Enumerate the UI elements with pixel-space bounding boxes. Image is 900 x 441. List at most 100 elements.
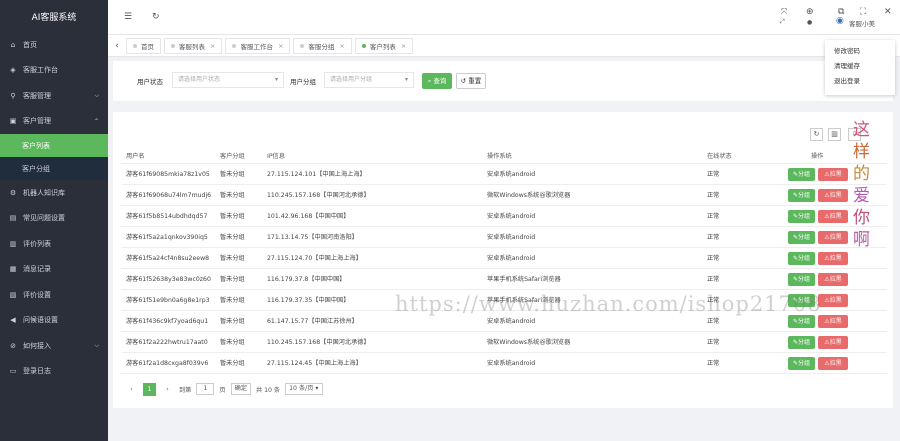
cell-ip: 27.115.124.45【中国上海上海】 [267, 360, 362, 367]
logout-item[interactable]: 退出登录 [825, 74, 895, 89]
blacklist-button[interactable]: ⚠拉黑 [818, 210, 848, 223]
columns-icon[interactable]: ▥ [828, 128, 841, 141]
watermark-char: 啊 [853, 230, 870, 250]
blacklist-button-label: 拉黑 [829, 255, 842, 262]
sidebar-item-robot-kb[interactable]: ⚙ 机器人知识库 [0, 180, 108, 206]
bell-icon[interactable]: ● [807, 19, 812, 26]
group-label: 用户分组 [290, 78, 316, 86]
blacklist-button[interactable]: ⚠拉黑 [818, 189, 848, 202]
user-dropdown: 修改密码 清理缓存 退出登录 [825, 40, 895, 95]
blacklist-button[interactable]: ⚠拉黑 [818, 315, 848, 328]
watermark-char: 的 [853, 164, 870, 184]
tab-agent-group[interactable]: 客服分组 × [293, 37, 352, 54]
sidebar-item-label: 客户管理 [23, 117, 51, 126]
group-button-label: 分组 [798, 192, 811, 199]
sidebar-item-greetings[interactable]: ◀ 问候语设置 [0, 308, 108, 334]
close-icon[interactable]: × [401, 42, 406, 50]
blacklist-button[interactable]: ⚠拉黑 [818, 273, 848, 286]
tab-scroll-left-icon[interactable]: ‹ [108, 41, 126, 51]
group-button[interactable]: ✎分组 [788, 357, 815, 370]
topbar: ☰ ↻ ⤧ ⊕ ⧉ ⛶ ✕ ⤢ ● ◉ 客服小美 [108, 0, 900, 35]
blacklist-button[interactable]: ⚠拉黑 [818, 357, 848, 370]
cell-ip: 27.115.124.70【中国上海上海】 [267, 255, 362, 262]
sidebar-item-customer-manage[interactable]: ▣ 客户管理 ⌃ [0, 109, 108, 135]
group-button[interactable]: ✎分组 [788, 189, 815, 202]
group-button-label: 分组 [798, 234, 811, 241]
group-button[interactable]: ✎分组 [788, 252, 815, 265]
header-group: 客户分组 [220, 153, 245, 160]
sidebar-item-home[interactable]: ⌂ 首页 [0, 32, 108, 58]
row-actions: ✎分组 ⚠拉黑 [788, 273, 848, 286]
cell-username: 游客61f5b8514ubdhdqd57 [126, 213, 208, 220]
sidebar-item-messages[interactable]: ▦ 消息记录 [0, 257, 108, 283]
group-button-label: 分组 [798, 171, 811, 178]
group-select[interactable]: 请选择用户分组 ▾ [324, 72, 414, 88]
sidebar-item-label: 首页 [23, 40, 37, 49]
cell-group: 暂未分组 [220, 318, 245, 325]
prev-page-icon[interactable]: ‹ [125, 383, 138, 396]
status-select[interactable]: 请选择用户状态 ▾ [172, 72, 284, 88]
group-button[interactable]: ✎分组 [788, 273, 815, 286]
watermark-char: 你 [853, 208, 870, 228]
group-button[interactable]: ✎分组 [788, 168, 815, 181]
menu-toggle-icon[interactable]: ☰ [124, 12, 132, 22]
next-page-icon[interactable]: › [161, 383, 174, 396]
blacklist-button[interactable]: ⚠拉黑 [818, 294, 848, 307]
blacklist-button[interactable]: ⚠拉黑 [818, 231, 848, 244]
cell-ip: 116.179.37.8【中国中国】 [267, 276, 346, 283]
cell-status: 正常 [707, 276, 720, 283]
group-placeholder: 请选择用户分组 [330, 76, 373, 83]
group-button-label: 分组 [798, 255, 811, 262]
group-button[interactable]: ✎分组 [788, 210, 815, 223]
close-icon[interactable]: × [278, 42, 283, 50]
tab-home[interactable]: 首页 [126, 37, 161, 54]
blacklist-button[interactable]: ⚠拉黑 [818, 336, 848, 349]
avatar[interactable]: ◉ [836, 16, 844, 26]
cell-ip: 110.245.157.168【中国河北承德】 [267, 339, 370, 346]
rating-icon: ▥ [9, 239, 17, 248]
sidebar-item-label: 评价列表 [23, 239, 51, 248]
expand-icon[interactable]: ⛶ [860, 7, 866, 17]
page-input[interactable]: 1 [196, 383, 215, 395]
close-icon[interactable]: × [210, 42, 215, 50]
blacklist-button[interactable]: ⚠拉黑 [818, 252, 848, 265]
screen-icon[interactable]: ⤢ [780, 18, 785, 26]
group-button[interactable]: ✎分组 [788, 315, 815, 328]
close-icon[interactable]: ✕ [884, 7, 892, 17]
tab-agent-list[interactable]: 客服列表 × [164, 37, 223, 54]
reset-button[interactable]: ↺ 重置 [456, 73, 486, 89]
sidebar-item-label: 评价设置 [23, 290, 51, 299]
sidebar-item-rating-settings[interactable]: ▧ 评价设置 [0, 282, 108, 308]
tab-dot [171, 43, 175, 48]
page-current[interactable]: 1 [143, 382, 156, 396]
sidebar-item-faq[interactable]: ▤ 常见问题设置 [0, 206, 108, 232]
tab-customer-list[interactable]: 客户列表 × [354, 37, 414, 54]
sidebar-subitem-customer-list[interactable]: 客户列表 [0, 134, 108, 157]
sidebar-item-login-log[interactable]: ▭ 登录日志 [0, 359, 108, 385]
sidebar-subitem-customer-group[interactable]: 客户分组 [0, 157, 108, 180]
tab-workbench[interactable]: 客服工作台 × [225, 37, 291, 54]
clear-cache-item[interactable]: 清理缓存 [825, 59, 895, 74]
close-icon[interactable]: × [339, 42, 344, 50]
zoom-icon[interactable]: ⊕ [806, 7, 814, 17]
group-button[interactable]: ✎分组 [788, 336, 815, 349]
sidebar-item-integration[interactable]: ⊘ 如何接入 ⌵ [0, 333, 108, 359]
table-header: 用户名 客户分组 IP信息 操作系统 在线状态 操作 [121, 150, 887, 164]
refresh-icon[interactable]: ↻ [810, 128, 823, 141]
refresh-icon[interactable]: ↻ [152, 12, 160, 22]
sidebar-item-ratings[interactable]: ▥ 评价列表 [0, 231, 108, 257]
pagination: ‹ 1 › 到第 1 页 确定 共 10 条 10 条/页 ▾ [125, 382, 323, 396]
row-actions: ✎分组 ⚠拉黑 [788, 357, 848, 370]
goto-confirm-button[interactable]: 确定 [230, 383, 251, 395]
search-button[interactable]: ⌕ 查询 [422, 73, 452, 89]
user-name[interactable]: 客服小美 [849, 18, 875, 28]
page-size-select[interactable]: 10 条/页 ▾ [285, 383, 323, 395]
sidebar-item-agent-manage[interactable]: ⚲ 客服管理 ⌵ [0, 83, 108, 109]
sidebar-item-workbench[interactable]: ◈ 客服工作台 [0, 58, 108, 84]
blacklist-button[interactable]: ⚠拉黑 [818, 168, 848, 181]
group-button[interactable]: ✎分组 [788, 231, 815, 244]
change-password-item[interactable]: 修改密码 [825, 44, 895, 59]
fullscreen-exit-icon[interactable]: ⤧ [781, 7, 787, 17]
total-count: 共 10 条 [255, 386, 281, 394]
group-button-label: 分组 [798, 276, 811, 283]
